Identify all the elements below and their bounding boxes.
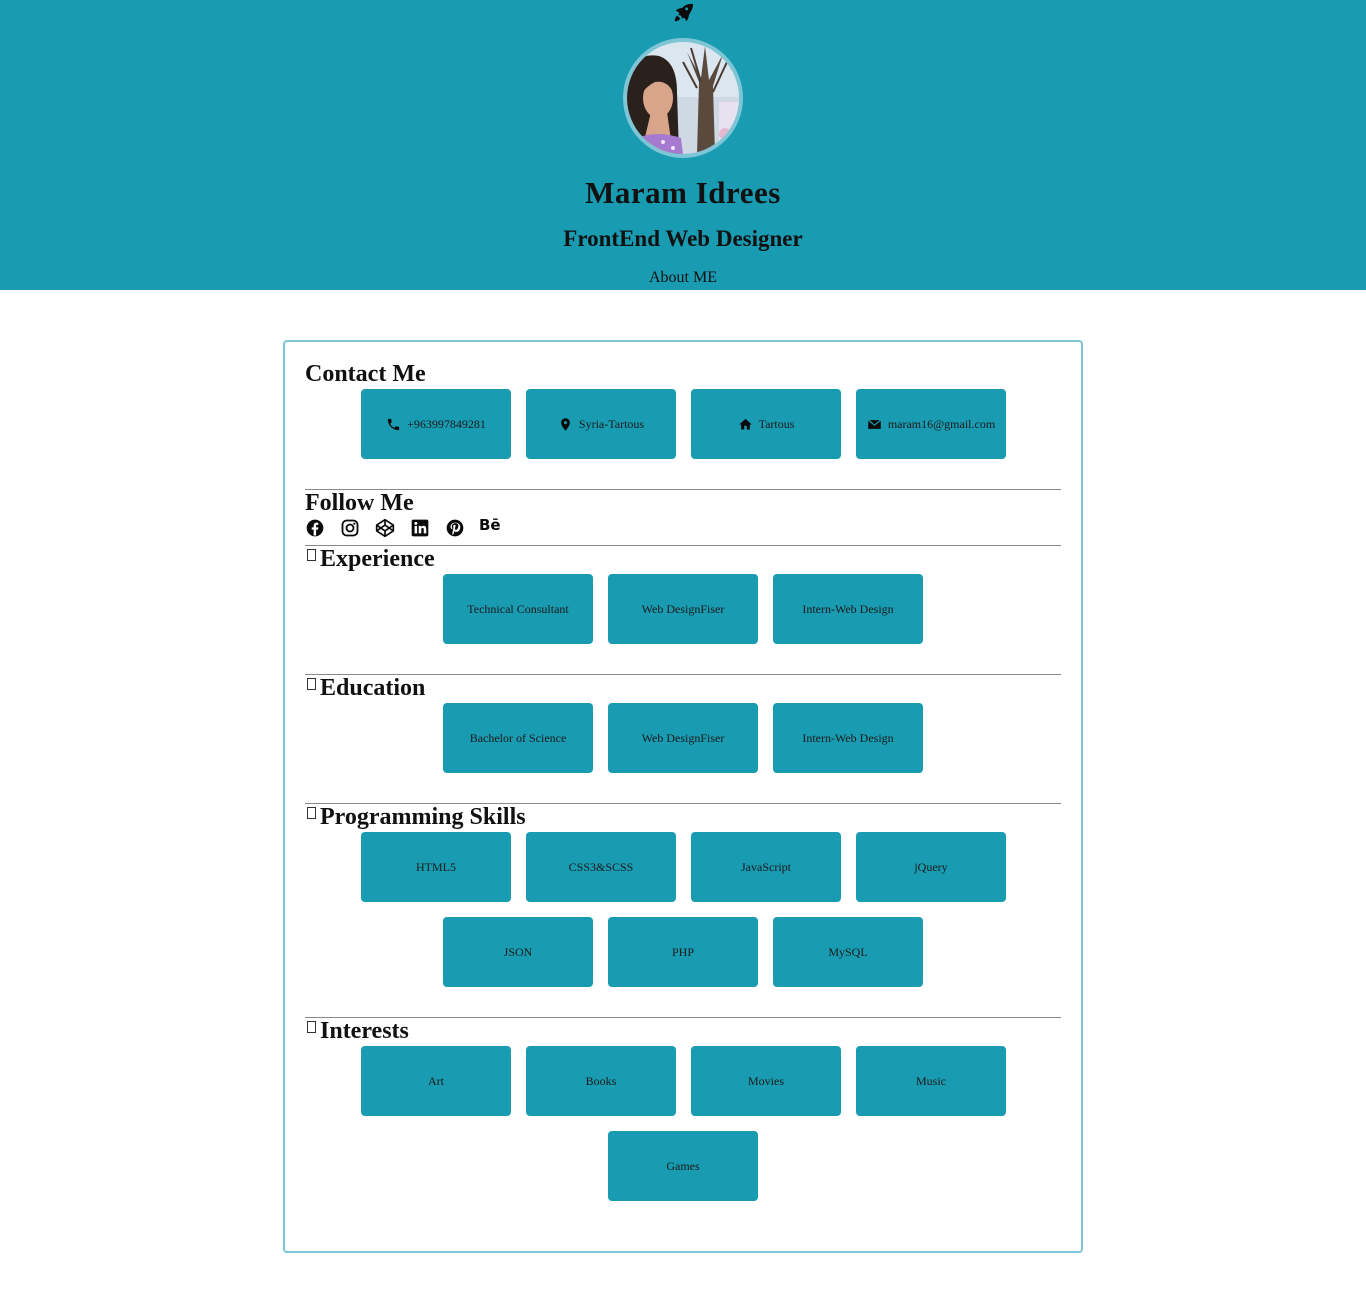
skill-item[interactable]: JSON: [443, 917, 593, 987]
contact-email[interactable]: maram16@gmail.com: [856, 389, 1006, 459]
home-icon: [738, 418, 752, 429]
skill-item[interactable]: CSS3&SCSS: [526, 832, 676, 902]
interest-item[interactable]: Music: [856, 1046, 1006, 1116]
follow-title: Follow Me: [305, 490, 414, 516]
rocket-icon: [674, 3, 694, 22]
phone-icon: [387, 418, 400, 430]
envelope-icon: [867, 419, 881, 429]
interests-checkbox[interactable]: [307, 1021, 316, 1033]
codepen-icon[interactable]: [375, 518, 395, 538]
contact-location-label: Syria-Tartous: [578, 416, 645, 431]
experience-item[interactable]: Web DesignFiser: [608, 574, 758, 644]
avatar: [623, 38, 743, 158]
experience-checkbox[interactable]: [307, 549, 316, 561]
about-me-link[interactable]: About ME: [0, 269, 1366, 287]
contact-title: Contact Me: [305, 361, 426, 387]
education-item[interactable]: Intern-Web Design: [773, 703, 923, 773]
skill-item[interactable]: jQuery: [856, 832, 1006, 902]
education-item[interactable]: Web DesignFiser: [608, 703, 758, 773]
education-checkbox[interactable]: [307, 678, 316, 690]
contact-phone-label: +963997849281: [407, 416, 486, 431]
contact-phone[interactable]: +963997849281: [361, 389, 511, 459]
experience-item[interactable]: Technical Consultant: [443, 574, 593, 644]
behance-icon[interactable]: Bē: [479, 516, 501, 534]
map-pin-icon: [561, 417, 570, 431]
facebook-icon[interactable]: [305, 518, 325, 538]
experience-item[interactable]: Intern-Web Design: [773, 574, 923, 644]
skills-title: Programming Skills: [320, 804, 526, 830]
experience-title: Experience: [320, 546, 435, 572]
skill-item[interactable]: HTML5: [361, 832, 511, 902]
instagram-icon[interactable]: [340, 518, 360, 538]
skill-item[interactable]: MySQL: [773, 917, 923, 987]
interest-item[interactable]: Movies: [691, 1046, 841, 1116]
divider: [305, 489, 1061, 490]
contact-home[interactable]: Tartous: [691, 389, 841, 459]
profile-photo: [627, 42, 739, 154]
skill-item[interactable]: JavaScript: [691, 832, 841, 902]
divider: [305, 1017, 1061, 1018]
profile-role: FrontEnd Web Designer: [563, 226, 803, 251]
interests-title: Interests: [320, 1018, 409, 1044]
education-title: Education: [320, 675, 426, 701]
skills-checkbox[interactable]: [307, 807, 316, 819]
linkedin-icon[interactable]: [410, 518, 430, 538]
interest-item[interactable]: Books: [526, 1046, 676, 1116]
contact-home-label: Tartous: [758, 416, 795, 431]
skill-item[interactable]: PHP: [608, 917, 758, 987]
header: Maram Idrees FrontEnd Web Designer About…: [0, 0, 1366, 290]
education-item[interactable]: Bachelor of Science: [443, 703, 593, 773]
interest-item[interactable]: Games: [608, 1131, 758, 1201]
pinterest-icon[interactable]: [445, 518, 465, 538]
profile-name: Maram Idrees: [585, 175, 781, 210]
resume-card: [283, 340, 1083, 1253]
contact-location[interactable]: Syria-Tartous: [526, 389, 676, 459]
interest-item[interactable]: Art: [361, 1046, 511, 1116]
contact-email-label: maram16@gmail.com: [887, 416, 996, 431]
